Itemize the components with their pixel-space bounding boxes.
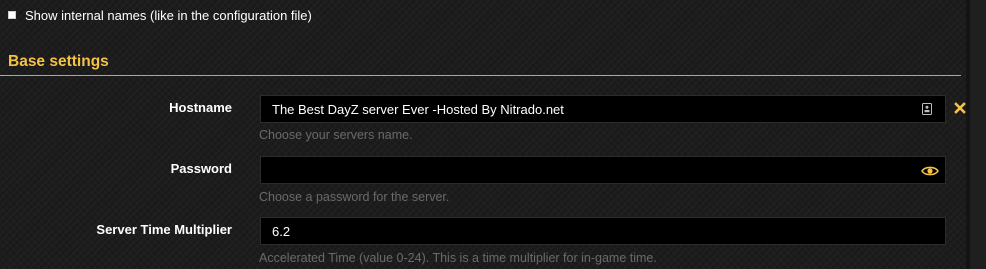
section-title: Base settings (8, 53, 109, 70)
hostname-label: Hostname (169, 100, 232, 115)
server-settings-page: Show internal names (like in the configu… (0, 0, 966, 269)
password-help: Choose a password for the server. (259, 190, 450, 204)
show-internal-names-label: Show internal names (like in the configu… (25, 7, 312, 23)
hostname-value: The Best DayZ server Ever -Hosted By Nit… (272, 102, 564, 117)
hostname-help: Choose your servers name. (259, 128, 413, 142)
password-input[interactable] (260, 156, 946, 184)
scrollbar[interactable] (970, 0, 986, 269)
hostname-input[interactable]: The Best DayZ server Ever -Hosted By Nit… (260, 95, 946, 123)
server-time-multiplier-input[interactable]: 6.2 (260, 217, 946, 245)
server-time-multiplier-help: Accelerated Time (value 0-24). This is a… (259, 251, 657, 265)
server-time-multiplier-value: 6.2 (272, 224, 291, 239)
show-internal-names-checkbox[interactable] (8, 11, 16, 19)
close-x-icon[interactable] (954, 102, 966, 114)
password-label: Password (170, 161, 232, 176)
eye-icon[interactable] (921, 165, 939, 177)
contact-card-icon (922, 103, 932, 115)
show-internal-names-option[interactable]: Show internal names (like in the configu… (8, 6, 312, 24)
section-divider (0, 75, 961, 76)
server-time-multiplier-label: Server Time Multiplier (96, 222, 232, 237)
